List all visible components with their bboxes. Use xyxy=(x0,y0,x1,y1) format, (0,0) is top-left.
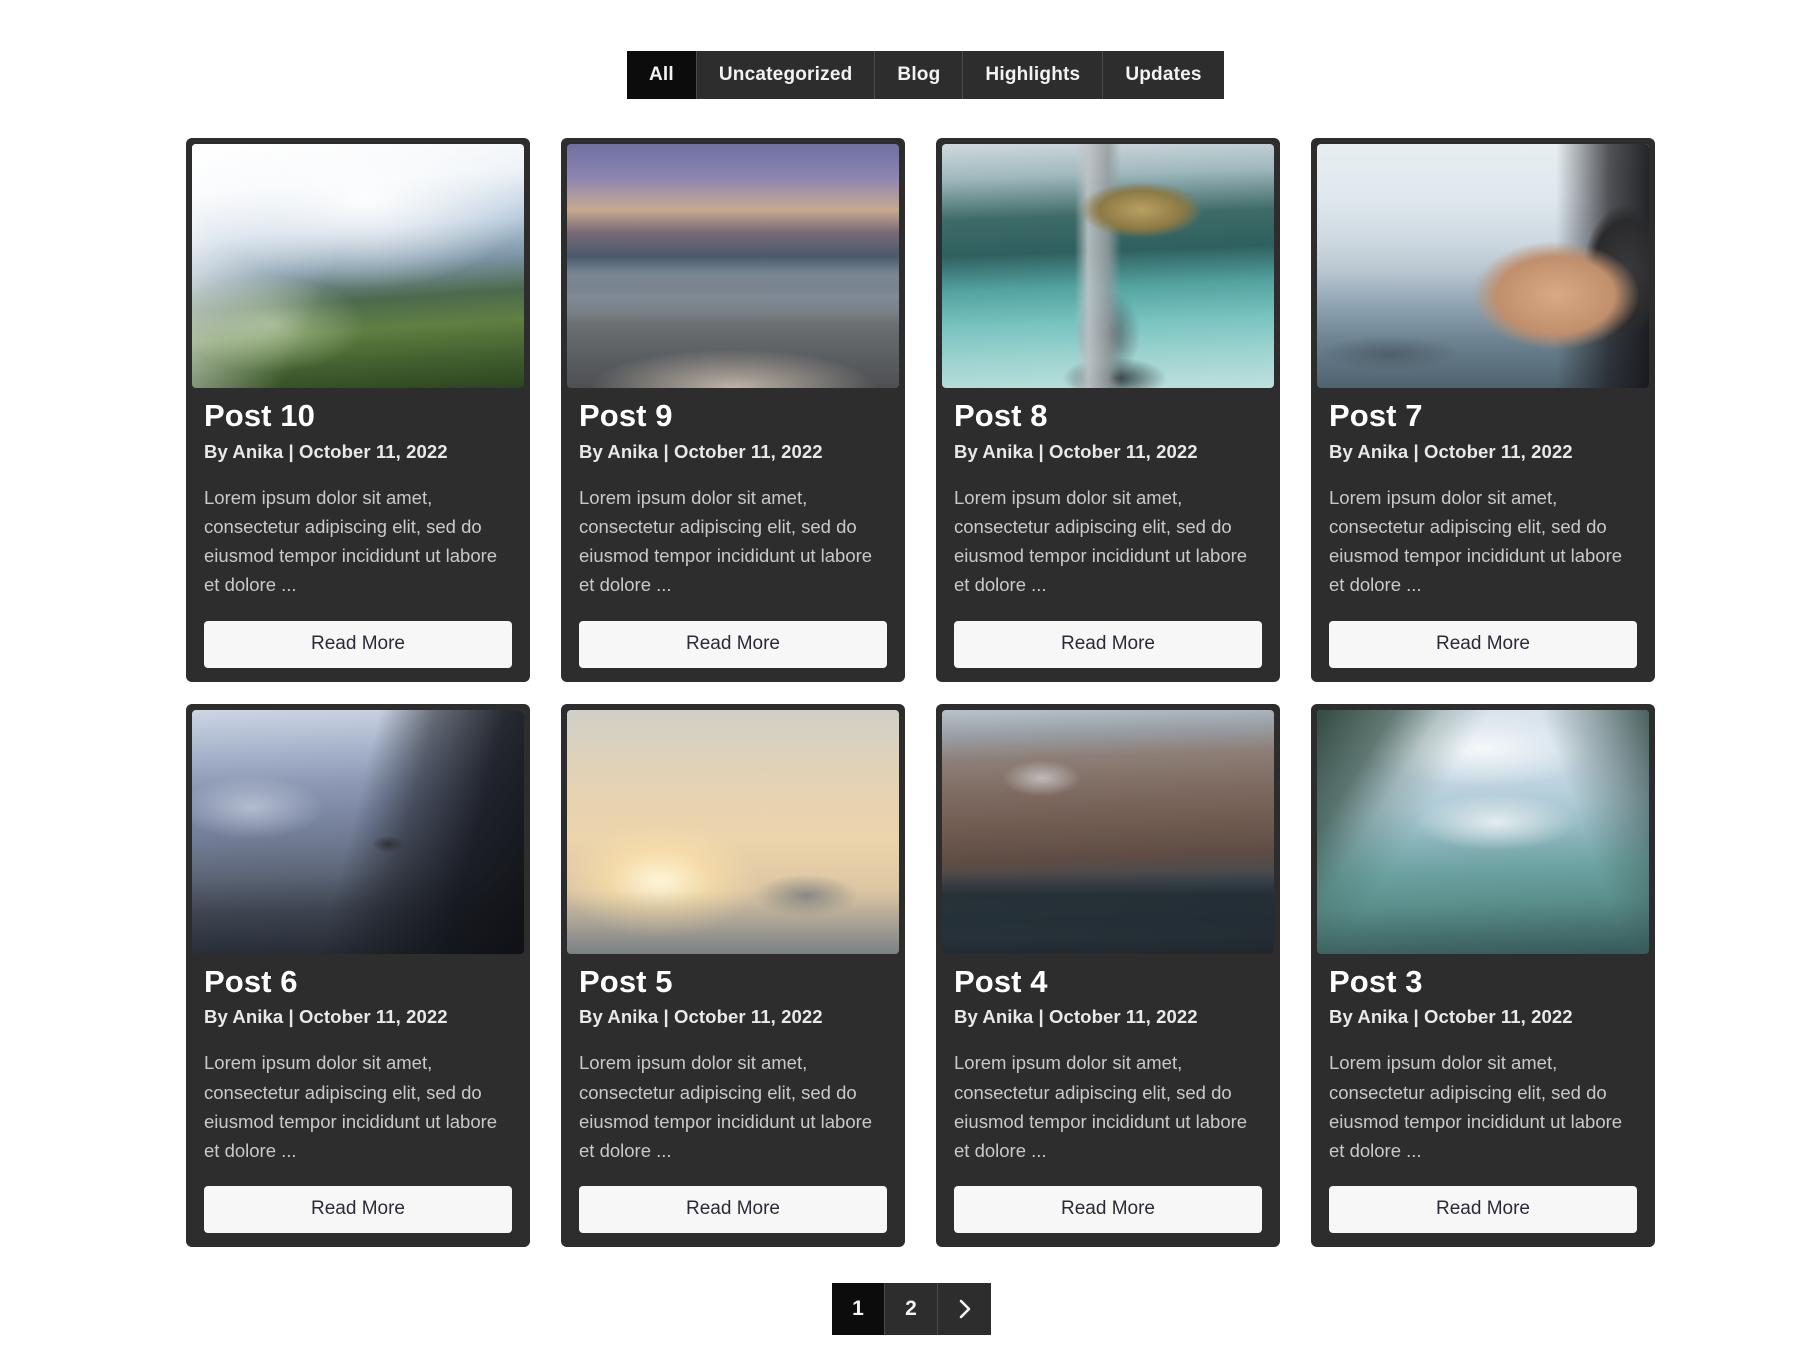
post-thumbnail[interactable] xyxy=(942,144,1274,388)
post-meta: By Anika | October 11, 2022 xyxy=(954,440,1198,462)
tower-binoculars-photo-icon xyxy=(942,144,1274,388)
post-meta: By Anika | October 11, 2022 xyxy=(1329,1006,1573,1028)
post-meta: By Anika | October 11, 2022 xyxy=(204,1006,448,1028)
post-title: Post 4 xyxy=(954,963,1048,999)
post-excerpt: Lorem ipsum dolor sit amet, consectetur … xyxy=(1329,486,1623,596)
post-meta: By Anika | October 11, 2022 xyxy=(204,440,448,462)
post-card[interactable]: Post 5 By Anika | October 11, 2022 Lorem… xyxy=(561,703,905,1248)
post-thumbnail[interactable] xyxy=(1317,144,1649,388)
post-title: Post 8 xyxy=(954,398,1048,433)
post-card[interactable]: Post 10 By Anika | October 11, 2022 Lore… xyxy=(186,138,530,682)
pagination: 1 2 xyxy=(832,1283,991,1335)
post-excerpt: Lorem ipsum dolor sit amet, consectetur … xyxy=(954,1052,1248,1161)
filter-tab-all[interactable]: All xyxy=(627,51,697,99)
post-excerpt: Lorem ipsum dolor sit amet, consectetur … xyxy=(204,486,498,596)
post-title: Post 3 xyxy=(1329,963,1423,999)
filter-tab-blog[interactable]: Blog xyxy=(875,51,964,99)
post-card[interactable]: Post 3 By Anika | October 11, 2022 Lorem… xyxy=(1311,703,1655,1248)
post-card-body: Post 9 By Anika | October 11, 2022 Lorem… xyxy=(567,388,899,682)
pagination-page-label: 1 xyxy=(852,1297,864,1320)
lake-dock-photo-icon xyxy=(567,144,899,388)
filter-tab-label: All xyxy=(649,64,674,85)
pagination-page-label: 2 xyxy=(905,1297,917,1320)
sunrise-coast-photo-icon xyxy=(567,709,899,954)
post-card-body: Post 8 By Anika | October 11, 2022 Lorem… xyxy=(942,388,1274,682)
post-thumbnail[interactable] xyxy=(192,144,524,388)
post-card[interactable]: Post 7 By Anika | October 11, 2022 Lorem… xyxy=(1311,138,1655,682)
lake-louise-photo-icon xyxy=(1317,709,1649,954)
post-card[interactable]: Post 9 By Anika | October 11, 2022 Lorem… xyxy=(561,138,905,682)
filter-tab-updates[interactable]: Updates xyxy=(1103,51,1224,99)
post-thumbnail[interactable] xyxy=(942,709,1274,954)
post-card[interactable]: Post 8 By Anika | October 11, 2022 Lorem… xyxy=(936,138,1280,682)
post-card-body: Post 5 By Anika | October 11, 2022 Lorem… xyxy=(567,954,899,1248)
filter-tab-uncategorized[interactable]: Uncategorized xyxy=(696,51,876,99)
filter-tab-highlights[interactable]: Highlights xyxy=(963,51,1104,99)
post-thumbnail[interactable] xyxy=(567,709,899,954)
pagination-page-1[interactable]: 1 xyxy=(832,1283,885,1335)
cliff-fjord-photo-icon xyxy=(192,709,524,954)
pagination-next-button[interactable] xyxy=(938,1283,991,1335)
post-card-body: Post 6 By Anika | October 11, 2022 Lorem… xyxy=(192,954,524,1248)
blog-archive-page: All Uncategorized Blog Highlights Update… xyxy=(0,0,1800,1370)
post-meta: By Anika | October 11, 2022 xyxy=(1329,440,1573,462)
post-card[interactable]: Post 6 By Anika | October 11, 2022 Lorem… xyxy=(186,703,530,1248)
filter-tab-label: Updates xyxy=(1125,64,1202,85)
post-card-body: Post 7 By Anika | October 11, 2022 Lorem… xyxy=(1317,388,1649,682)
read-more-button[interactable]: Read More xyxy=(579,1186,887,1234)
read-more-button[interactable]: Read More xyxy=(204,1186,512,1234)
filter-tab-label: Uncategorized xyxy=(718,64,853,85)
post-card-body: Post 3 By Anika | October 11, 2022 Lorem… xyxy=(1317,954,1649,1248)
red-mountain-dock-photo-icon xyxy=(942,709,1274,954)
post-title: Post 5 xyxy=(579,963,673,999)
post-grid: Post 10 By Anika | October 11, 2022 Lore… xyxy=(186,138,1658,1248)
post-excerpt: Lorem ipsum dolor sit amet, consectetur … xyxy=(954,486,1248,596)
read-more-button[interactable]: Read More xyxy=(1329,620,1637,668)
post-thumbnail[interactable] xyxy=(192,709,524,954)
post-thumbnail[interactable] xyxy=(567,144,899,388)
post-excerpt: Lorem ipsum dolor sit amet, consectetur … xyxy=(579,486,873,596)
post-title: Post 10 xyxy=(204,398,315,433)
mountain-valley-photo-icon xyxy=(192,144,524,388)
post-card-body: Post 4 By Anika | October 11, 2022 Lorem… xyxy=(942,954,1274,1248)
hand-camera-photo-icon xyxy=(1317,144,1649,388)
read-more-button[interactable]: Read More xyxy=(204,620,512,668)
read-more-button[interactable]: Read More xyxy=(954,1186,1262,1234)
post-title: Post 9 xyxy=(579,398,673,433)
post-title: Post 6 xyxy=(204,963,298,999)
post-meta: By Anika | October 11, 2022 xyxy=(579,1006,823,1028)
post-excerpt: Lorem ipsum dolor sit amet, consectetur … xyxy=(204,1052,498,1161)
read-more-button[interactable]: Read More xyxy=(1329,1186,1637,1234)
category-filter-bar: All Uncategorized Blog Highlights Update… xyxy=(627,51,1224,99)
chevron-right-icon xyxy=(958,1299,972,1319)
post-card[interactable]: Post 4 By Anika | October 11, 2022 Lorem… xyxy=(936,703,1280,1248)
read-more-button[interactable]: Read More xyxy=(954,620,1262,668)
read-more-button[interactable]: Read More xyxy=(579,620,887,668)
post-excerpt: Lorem ipsum dolor sit amet, consectetur … xyxy=(579,1052,873,1161)
post-title: Post 7 xyxy=(1329,398,1423,433)
post-card-body: Post 10 By Anika | October 11, 2022 Lore… xyxy=(192,388,524,682)
post-excerpt: Lorem ipsum dolor sit amet, consectetur … xyxy=(1329,1052,1623,1161)
filter-tab-label: Highlights xyxy=(985,64,1081,85)
post-meta: By Anika | October 11, 2022 xyxy=(954,1006,1198,1028)
filter-tab-label: Blog xyxy=(897,64,941,85)
pagination-page-2[interactable]: 2 xyxy=(885,1283,938,1335)
post-thumbnail[interactable] xyxy=(1317,709,1649,954)
post-meta: By Anika | October 11, 2022 xyxy=(579,440,823,462)
